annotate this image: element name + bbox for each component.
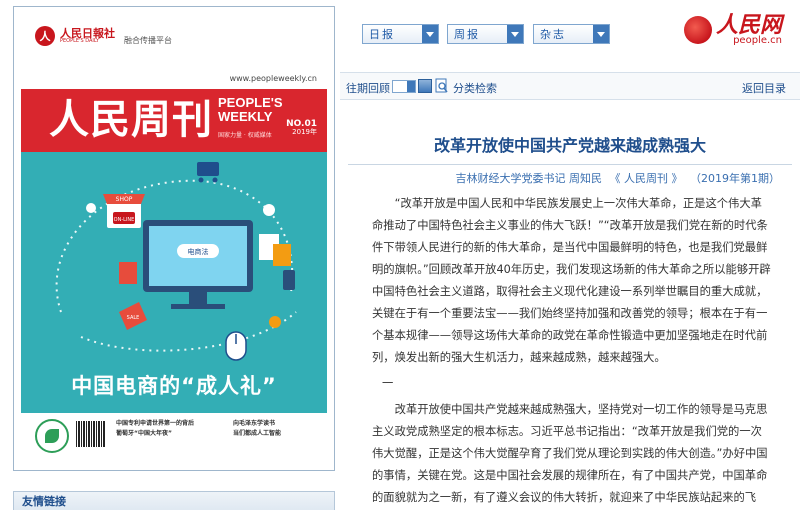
left-column: 人 人民日報社 PEOPLE'S DAILY 融合传播平台 www.people…: [0, 0, 340, 510]
cover-seal-icon: [35, 419, 69, 453]
people-cn-logo-cn: 人民网: [715, 12, 782, 38]
go-button[interactable]: [418, 79, 432, 93]
magazine-cover[interactable]: 人 人民日報社 PEOPLE'S DAILY 融合传播平台 www.people…: [21, 14, 327, 463]
magazine-cover-frame[interactable]: 人 人民日報社 PEOPLE'S DAILY 融合传播平台 www.people…: [13, 6, 335, 471]
article-body: “改革开放是中国人民和中华民族发展史上一次伟大革命，正是这个伟大革命推动了中国特…: [372, 193, 772, 510]
logo-subtitle: 融合传播平台: [124, 36, 172, 45]
mouse-icon: [225, 331, 247, 361]
magazine-select[interactable]: 杂志: [533, 24, 610, 44]
people-cn-globe-icon: [683, 16, 712, 44]
daily-select-label: 日报: [369, 28, 395, 41]
art-sale-label: SALE: [127, 315, 140, 321]
weekly-select[interactable]: 周报: [447, 24, 524, 44]
category-search-link[interactable]: 分类检索: [453, 80, 497, 96]
article-source[interactable]: 《 人民周刊 》: [610, 172, 683, 185]
art-shop-label: SHOP: [116, 196, 133, 203]
people-cn-logo[interactable]: 人民网 people.cn: [683, 12, 782, 46]
shop-awning-icon: SHOP ON-LINE: [103, 194, 145, 228]
cover-title: 人民周刊: [49, 96, 213, 143]
cover-title-en-line2: WEEKLY: [218, 109, 273, 124]
art-online-label: ON-LINE: [114, 217, 135, 223]
cover-top-band: 人 人民日報社 PEOPLE'S DAILY 融合传播平台 www.people…: [21, 14, 327, 89]
peoples-daily-logo: 人 人民日報社 PEOPLE'S DAILY 融合传播平台: [35, 26, 172, 46]
article-issue: （2019年第1期）: [690, 172, 780, 185]
cover-footer-line1: 中国专利申请世界第一的背后: [116, 420, 195, 427]
article-author: 吉林财经大学党委书记 周知民: [455, 172, 603, 185]
cover-footer-line2: 葡萄牙“中国大年夜”: [116, 430, 172, 437]
article-paragraph: “改革开放是中国人民和中华民族发展史上一次伟大革命，正是这个伟大革命推动了中国特…: [372, 197, 771, 364]
cover-url: www.peopleweekly.cn: [229, 74, 317, 83]
peoples-daily-logo-icon: 人: [35, 26, 55, 46]
cover-footer: 中国专利申请世界第一的背后 葡萄牙“中国大年夜” 向毛泽东学读书 当们都成人工智…: [21, 413, 327, 463]
cover-footer-right-line1: 向毛泽东学读书: [233, 420, 276, 427]
search-icon[interactable]: [435, 78, 449, 94]
magazine-select-label: 杂志: [540, 28, 566, 41]
past-review-link[interactable]: 往期回顾: [346, 80, 390, 96]
cover-title-en-line1: PEOPLE'S: [218, 95, 283, 110]
article: 改革开放使中国共产党越来越成熟强大 吉林财经大学党委书记 周知民 《 人民周刊 …: [340, 100, 800, 510]
cover-tagline: 国家力量 · 权威媒体: [218, 132, 272, 139]
friend-links-header[interactable]: 友情链接: [13, 491, 335, 510]
cover-headline: 中国电商的“成人礼”: [71, 374, 277, 398]
article-meta: 吉林财经大学党委书记 周知民 《 人民周刊 》 （2019年第1期）: [452, 170, 781, 186]
back-to-toc-link[interactable]: 返回目录: [742, 80, 786, 96]
daily-select[interactable]: 日报: [362, 24, 439, 44]
cover-footer-mid: 中国专利申请世界第一的背后 葡萄牙“中国大年夜”: [116, 419, 194, 439]
cover-title-en: PEOPLE'S WEEKLY: [218, 96, 283, 124]
cover-footer-right-line2: 当们都成人工智能: [233, 430, 282, 437]
article-nav-bar: 往期回顾 分类检索 返回目录: [340, 72, 800, 100]
article-paragraph: 改革开放使中国共产党越来越成熟强大，坚持党对一切工作的领导是马克思主义政党成熟坚…: [372, 403, 768, 504]
cover-issue: NO.01 2019年: [286, 120, 317, 137]
art-screen-label: 电商法: [188, 247, 209, 256]
logo-en-text: PEOPLE'S DAILY: [60, 38, 100, 45]
chevron-down-icon[interactable]: [507, 25, 523, 43]
title-divider: [348, 164, 792, 165]
chevron-down-icon[interactable]: [422, 25, 438, 43]
cover-ecommerce-illustration: SHOP ON-LINE 电商法 SALE: [21, 152, 327, 370]
barcode-icon: [76, 421, 106, 447]
top-bar: 日报 周报 杂志 人民网 people.cn: [340, 0, 800, 70]
weekly-select-label: 周报: [454, 28, 480, 41]
cover-footer-right: 向毛泽东学读书 当们都成人工智能: [233, 419, 281, 439]
cover-masthead: 人民周刊 PEOPLE'S WEEKLY 国家力量 · 权威媒体 NO.01 2…: [21, 89, 327, 152]
chevron-down-icon[interactable]: [593, 25, 609, 43]
cover-issue-year: 2019年: [292, 128, 317, 136]
past-issue-select[interactable]: [392, 80, 416, 93]
article-title: 改革开放使中国共产党越来越成熟强大: [433, 136, 706, 155]
section-number: 一: [382, 377, 394, 390]
